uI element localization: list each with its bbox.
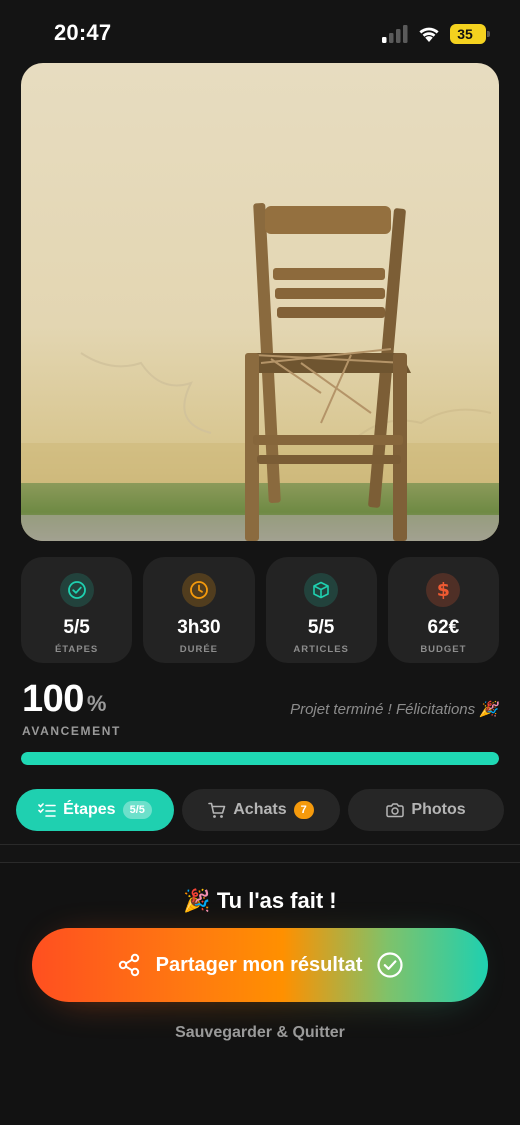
stat-label: ÉTAPES	[54, 644, 99, 655]
stat-card-articles: 5/5 ARTICLES	[265, 557, 377, 663]
battery-indicator: 35	[450, 24, 490, 44]
signal-icon	[382, 25, 408, 43]
save-and-quit-link[interactable]: Sauvegarder & Quitter	[0, 1024, 520, 1042]
box-icon	[304, 573, 339, 607]
progress-unit: %	[86, 691, 107, 716]
tab-steps[interactable]: Étapes 5/5	[16, 789, 174, 831]
clock-icon	[181, 573, 216, 607]
stats-row: 5/5 ÉTAPES 3h30 DURÉE 5/5 ARTICLES $ 62€…	[21, 557, 499, 663]
chair-illustration	[21, 63, 499, 541]
tab-badge: 7	[293, 801, 314, 819]
progress-bar	[21, 752, 499, 765]
share-label: Partager mon résultat	[155, 953, 363, 976]
project-photo	[21, 63, 499, 541]
tab-bar: Étapes 5/5 Achats 7 Photos	[16, 789, 504, 831]
camera-icon	[386, 803, 405, 818]
check-circle-icon	[377, 952, 403, 978]
progress-message: Projet terminé ! Félicitations 🎉	[290, 701, 498, 718]
tab-badge: 5/5	[122, 801, 152, 819]
stat-card-duration: 3h30 DURÉE	[143, 557, 255, 663]
check-circle-icon	[59, 573, 94, 607]
tab-label: Étapes	[63, 801, 116, 818]
stat-value: 5/5	[307, 617, 335, 638]
share-result-button[interactable]: Partager mon résultat	[32, 928, 488, 1002]
progress-percentage: 100 %	[22, 678, 106, 721]
status-bar: 20:47 35	[0, 0, 520, 64]
stat-label: DURÉE	[179, 644, 218, 655]
tab-label: Photos	[411, 801, 466, 818]
divider	[0, 844, 520, 845]
stat-value: 62€	[427, 617, 460, 638]
stat-value: 3h30	[177, 617, 221, 638]
status-icons: 35	[382, 24, 490, 44]
progress-value: 100	[22, 678, 84, 720]
stat-value: 5/5	[63, 617, 90, 638]
battery-cap	[487, 31, 490, 37]
tab-label: Achats	[233, 801, 287, 818]
stat-label: BUDGET	[420, 644, 467, 655]
stat-card-steps: 5/5 ÉTAPES	[21, 557, 133, 663]
share-icon	[118, 953, 139, 977]
tab-purchases[interactable]: Achats 7	[182, 789, 340, 831]
battery-level: 35	[457, 26, 473, 42]
wifi-icon	[419, 27, 439, 42]
dollar-icon: $	[426, 573, 461, 607]
stat-label: ARTICLES	[293, 644, 349, 655]
checklist-icon	[38, 803, 56, 817]
status-time: 20:47	[54, 20, 112, 45]
cart-icon	[208, 802, 226, 818]
stat-card-budget: $ 62€ BUDGET	[387, 557, 499, 663]
tab-photos[interactable]: Photos	[348, 789, 504, 831]
progress-label: AVANCEMENT	[22, 724, 121, 738]
congrats-title: 🎉 Tu l'as fait !	[183, 888, 337, 913]
progress-fill	[21, 752, 499, 765]
